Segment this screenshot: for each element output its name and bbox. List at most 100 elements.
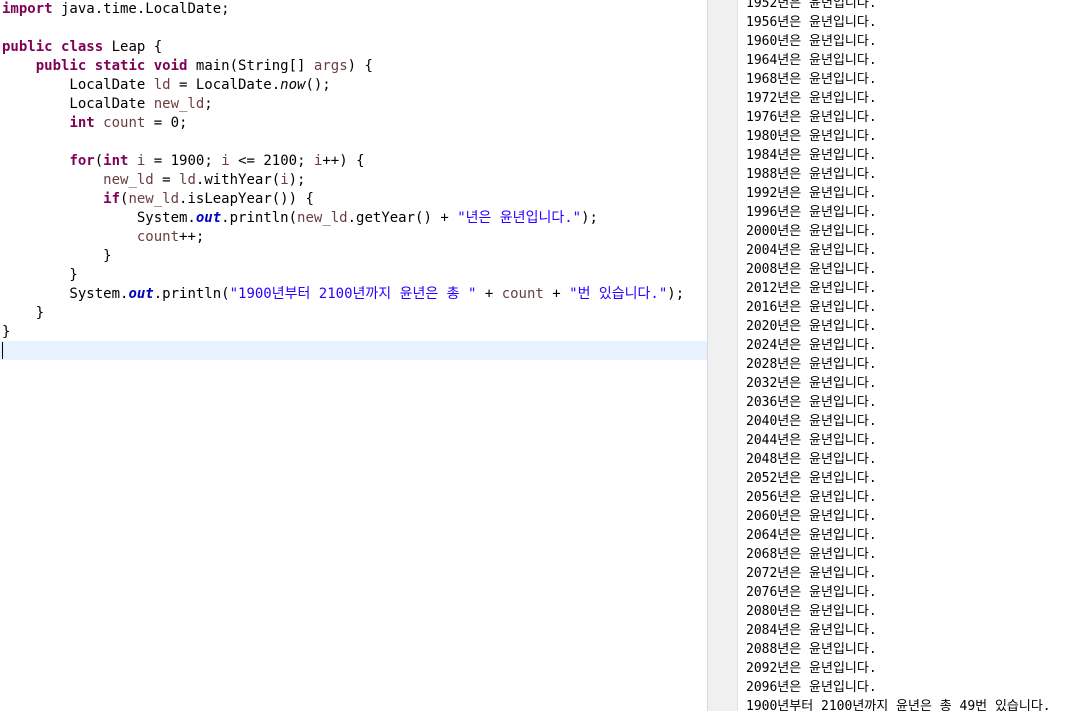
code-token: ld — [153, 77, 171, 93]
console-line: 2076년은 윤년입니다. — [746, 585, 877, 600]
text-caret — [2, 342, 3, 359]
console-line: 2008년은 윤년입니다. — [746, 262, 877, 277]
code-token: count — [501, 286, 544, 302]
code-token: } — [2, 267, 78, 283]
console-line: 2084년은 윤년입니다. — [746, 623, 877, 638]
code-line[interactable]: int count = 0; — [2, 114, 187, 133]
code-token: args — [313, 58, 348, 74]
code-token: System. — [2, 210, 196, 226]
code-line[interactable]: } — [2, 266, 78, 285]
code-line[interactable]: public static void main(String[] args) { — [2, 57, 373, 76]
code-line[interactable]: } — [2, 247, 112, 266]
code-token: ( — [94, 153, 104, 169]
code-editor[interactable]: import java.time.LocalDate; public class … — [0, 0, 707, 711]
code-line[interactable]: } — [2, 323, 10, 342]
console-line: 1900년부터 2100년까지 윤년은 총 49번 있습니다. — [746, 699, 1051, 711]
code-token: ++) { — [322, 153, 365, 169]
code-line[interactable]: System.out.println("1900년부터 2100년까지 윤년은 … — [2, 285, 684, 304]
code-token: ; — [204, 96, 213, 112]
code-token: static — [94, 58, 146, 74]
code-token: <= 2100; — [229, 153, 314, 169]
code-token: new_ld — [153, 96, 205, 112]
console-line: 2040년은 윤년입니다. — [746, 414, 877, 429]
code-line[interactable]: System.out.println(new_ld.getYear() + "년… — [2, 209, 598, 228]
console-line: 1984년은 윤년입니다. — [746, 148, 877, 163]
code-line[interactable]: public class Leap { — [2, 38, 162, 57]
code-token: if — [103, 191, 121, 207]
code-token: .withYear( — [195, 172, 281, 188]
code-token: "번 있습니다." — [569, 286, 668, 302]
code-token: for — [69, 153, 95, 169]
code-line[interactable]: for(int i = 1900; i <= 2100; i++) { — [2, 152, 365, 171]
code-token: Leap { — [103, 39, 163, 55]
code-token: = 1900; — [145, 153, 222, 169]
console-line: 1992년은 윤년입니다. — [746, 186, 877, 201]
console-line: 2064년은 윤년입니다. — [746, 528, 877, 543]
code-token: i — [221, 153, 230, 169]
code-token: int — [103, 153, 129, 169]
code-line[interactable]: LocalDate new_ld; — [2, 95, 213, 114]
code-token: LocalDate — [2, 77, 154, 93]
code-token: .println( — [153, 286, 230, 302]
code-token: } — [2, 248, 112, 264]
code-token: ld — [179, 172, 196, 188]
code-token: new_ld — [297, 210, 348, 226]
console-line: 2048년은 윤년입니다. — [746, 452, 877, 467]
code-token: .println( — [221, 210, 298, 226]
code-token: public — [35, 58, 87, 74]
code-token: .isLeapYear()) { — [179, 191, 314, 207]
code-line[interactable]: } — [2, 304, 44, 323]
code-line[interactable]: new_ld = ld.withYear(i); — [2, 171, 305, 190]
code-line[interactable]: LocalDate ld = LocalDate.now(); — [2, 76, 330, 95]
console-line: 2092년은 윤년입니다. — [746, 661, 877, 676]
code-token: "1900년부터 2100년까지 윤년은 총 " — [229, 286, 477, 302]
console-line: 1996년은 윤년입니다. — [746, 205, 877, 220]
console-line: 2016년은 윤년입니다. — [746, 300, 877, 315]
console-line: 2036년은 윤년입니다. — [746, 395, 877, 410]
code-token: = — [153, 172, 180, 188]
console-line: 2080년은 윤년입니다. — [746, 604, 877, 619]
console-line: 2056년은 윤년입니다. — [746, 490, 877, 505]
code-token: new_ld — [128, 191, 180, 207]
code-token: import — [2, 1, 53, 17]
code-token: ) { — [347, 58, 373, 74]
code-line[interactable]: if(new_ld.isLeapYear()) { — [2, 190, 314, 209]
code-token: ++; — [179, 229, 205, 245]
code-token: main(String[] — [187, 58, 314, 74]
console-line: 2072년은 윤년입니다. — [746, 566, 877, 581]
current-line-highlight — [0, 341, 707, 360]
code-token: ); — [288, 172, 306, 188]
code-token: .getYear() + — [347, 210, 458, 226]
console-line: 2044년은 윤년입니다. — [746, 433, 877, 448]
console-line: 1980년은 윤년입니다. — [746, 129, 877, 144]
console-line: 1972년은 윤년입니다. — [746, 91, 877, 106]
console-line: 1988년은 윤년입니다. — [746, 167, 877, 182]
code-token: + — [543, 286, 570, 302]
code-token: + — [476, 286, 502, 302]
code-token: java.time.LocalDate; — [52, 1, 230, 17]
code-token: now — [280, 77, 306, 93]
code-token: = LocalDate. — [170, 77, 281, 93]
panel-divider[interactable] — [707, 0, 738, 711]
code-token: ); — [667, 286, 685, 302]
console-line: 2052년은 윤년입니다. — [746, 471, 877, 486]
code-token: out — [128, 286, 154, 302]
code-token: System. — [2, 286, 129, 302]
code-line[interactable]: import java.time.LocalDate; — [2, 0, 230, 19]
code-token: count — [136, 229, 180, 245]
console-output[interactable]: 1952년은 윤년입니다. 1956년은 윤년입니다. 1960년은 윤년입니다. 1… — [738, 0, 1078, 711]
code-token: count — [103, 115, 146, 131]
console-line: 2028년은 윤년입니다. — [746, 357, 877, 372]
code-line[interactable]: count++; — [2, 228, 204, 247]
console-line: 2088년은 윤년입니다. — [746, 642, 877, 657]
code-token: = 0; — [145, 115, 188, 131]
